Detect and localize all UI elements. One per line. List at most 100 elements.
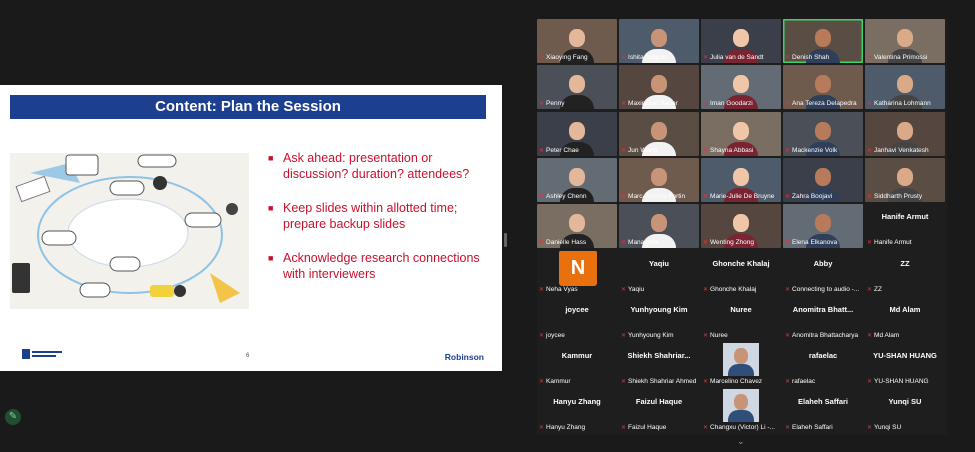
participant-name: Julia van de Sandt xyxy=(710,54,764,61)
participant-tile[interactable]: ✕ Siddharth Prusty xyxy=(865,157,945,202)
participant-tile[interactable]: ✕ Ishita Nagpal xyxy=(619,19,699,63)
participant-name: Mackenzie Volk xyxy=(792,146,838,154)
participant-name-label: ✕ Siddharth Prusty xyxy=(867,192,943,201)
participant-tile[interactable]: ✕ Zahra Boojavi xyxy=(783,157,863,202)
participant-tile[interactable]: Abby ✕ Connecting to audio -... xyxy=(783,250,863,295)
participant-tile[interactable]: Ghonche Khalaj ✕ Ghonche Khalaj xyxy=(701,250,781,295)
participant-name: rafaelac xyxy=(792,378,816,386)
participant-tile[interactable]: Nuree ✕ Nuree xyxy=(701,296,781,341)
plan-illustration xyxy=(10,153,249,309)
participant-tile[interactable]: ✕ Shayna Abbasi xyxy=(701,111,781,156)
participant-tile[interactable]: ✕ Manaswini xyxy=(619,204,699,249)
participant-name-label: ✕ Mackenzie Volk xyxy=(785,146,861,155)
participant-tile[interactable]: ✕ Peter Chae xyxy=(537,111,617,156)
participant-tile[interactable]: Anomitra Bhatt... ✕ Anomitra Bhattacharya xyxy=(783,296,863,341)
participant-tile[interactable]: ✕ Valentina Primossi xyxy=(865,19,945,63)
participant-name: Xiaoying Fang xyxy=(546,54,588,61)
participant-tile[interactable]: ✕ Xiaoying Fang xyxy=(537,19,617,63)
participant-video-face xyxy=(733,167,749,186)
participant-tile[interactable]: Elaheh Saffari ✕ Elaheh Saffari xyxy=(783,389,863,434)
participant-tile[interactable]: Yunqi SU ✕ Yunqi SU xyxy=(865,389,945,434)
participant-tile[interactable]: ✕ Marcelino Chavez xyxy=(701,343,781,387)
participant-name-label: ✕ Anomitra Bhattacharya xyxy=(785,331,861,340)
muted-mic-icon: ✕ xyxy=(867,193,873,200)
muted-mic-icon: ✕ xyxy=(621,193,627,200)
muted-mic-icon: ✕ xyxy=(703,379,709,386)
participant-tile[interactable]: Faizul Haque ✕ Faizul Haque xyxy=(619,389,699,434)
participant-name: Elaheh Saffari xyxy=(792,424,833,432)
participant-tile[interactable]: ✕ Julia van de Sandt xyxy=(701,19,781,63)
bullet-marker-icon: ■ xyxy=(268,203,274,213)
participant-name: Shiekh Shahriar Ahmed xyxy=(628,378,697,386)
muted-mic-icon: ✕ xyxy=(785,286,791,293)
participant-tile[interactable]: ✕ Changxu (Victor) Li -... xyxy=(701,389,781,433)
participant-name-label: ✕ Yaqiu xyxy=(621,285,697,294)
participant-tile[interactable]: N ✕ Neha Vyas xyxy=(537,250,617,295)
muted-mic-icon: ✕ xyxy=(621,332,627,339)
participant-tile[interactable]: rafaelac ✕ rafaelac xyxy=(783,343,863,388)
split-resize-handle[interactable] xyxy=(504,233,507,247)
participant-tile[interactable]: ✕ Maximilian Bauer xyxy=(619,65,699,110)
participant-name: Yunhyoung Kim xyxy=(628,331,674,339)
muted-mic-icon: ✕ xyxy=(867,101,873,108)
muted-mic-icon: ✕ xyxy=(703,286,709,293)
participant-tile[interactable]: ✕ Wenting Zhong xyxy=(701,204,781,249)
participant-name-label: ✕ Hanife Armut xyxy=(867,238,943,247)
muted-mic-icon: ✕ xyxy=(539,379,545,386)
participant-tile[interactable]: ✕ Jun Wang xyxy=(619,111,699,156)
participant-tile[interactable]: ✕ Elena Elkanova xyxy=(783,204,863,249)
muted-mic-icon: ✕ xyxy=(867,55,873,61)
participant-name: Manaswini xyxy=(628,239,659,247)
muted-mic-icon: ✕ xyxy=(621,147,627,154)
participant-tile[interactable]: ✕ Denish Shah xyxy=(783,19,863,63)
participant-name-label: ✕ Md Alam xyxy=(867,331,943,340)
participant-tile[interactable]: ZZ ✕ ZZ xyxy=(865,250,945,295)
muted-mic-icon: ✕ xyxy=(785,147,791,154)
participant-name: Nuree xyxy=(710,331,728,339)
participant-tile[interactable]: Yaqiu ✕ Yaqiu xyxy=(619,250,699,295)
participant-display-name: Yunhyoung Kim xyxy=(630,304,688,314)
participant-tile[interactable]: ✕ Ana Tereza Delapedra xyxy=(783,65,863,110)
participant-tile[interactable]: ✕ Mackenzie Volk xyxy=(783,111,863,156)
participant-display-name: Hanyu Zhang xyxy=(553,397,601,407)
participant-tile[interactable]: ✕ Iman Goodarzi xyxy=(701,65,781,110)
participant-display-name: Yaqiu xyxy=(648,258,669,268)
participant-name-label: ✕ Wenting Zhong xyxy=(703,238,779,247)
participant-tile[interactable]: ✕ Marie-Julie De Bruyne xyxy=(701,157,781,202)
participant-profile-photo xyxy=(723,389,759,423)
participant-display-name: ZZ xyxy=(900,258,910,268)
participant-tile[interactable]: Shiekh Shahriar... ✕ Shiekh Shahriar Ahmed xyxy=(619,343,699,388)
participant-tile[interactable]: Md Alam ✕ Md Alam xyxy=(865,296,945,341)
participant-name-label: ✕ Nuree xyxy=(703,331,779,340)
participant-name-label: ✕ Shayna Abbasi xyxy=(703,146,779,155)
participant-name: Yaqiu xyxy=(628,285,645,293)
participant-tile[interactable]: ✕ Janhavi Venkatesh xyxy=(865,111,945,156)
participant-tile[interactable]: Hanyu Zhang ✕ Hanyu Zhang xyxy=(537,389,617,434)
participant-name: joycee xyxy=(546,331,565,339)
participant-video-face xyxy=(815,167,831,186)
participant-tile[interactable]: ✕ Marc-Antoine Fortin xyxy=(619,157,699,202)
participant-tile[interactable]: ✕ Danielle Hass xyxy=(537,204,617,249)
participant-display-name: Abby xyxy=(813,258,833,268)
muted-mic-icon: ✕ xyxy=(785,240,791,247)
muted-mic-icon: ✕ xyxy=(621,425,627,432)
chevron-down-icon[interactable]: ⌄ xyxy=(737,436,745,447)
muted-mic-icon: ✕ xyxy=(621,286,627,293)
muted-mic-icon: ✕ xyxy=(867,425,873,432)
participant-name-label: ✕ Zahra Boojavi xyxy=(785,192,861,201)
participant-tile[interactable]: ✕ Penny xyxy=(537,65,617,110)
participant-tile[interactable]: Yunhyoung Kim ✕ Yunhyoung Kim xyxy=(619,296,699,341)
participant-tile[interactable]: ✕ Ashley Chenn xyxy=(537,157,617,202)
participant-name: ZZ xyxy=(874,285,882,293)
participant-video-face xyxy=(569,29,585,47)
participant-tile[interactable]: Kammur ✕ Kammur xyxy=(537,343,617,388)
participant-tile[interactable]: Hanife Armut ✕ Hanife Armut xyxy=(865,204,945,249)
participant-name-label: ✕ Ashley Chenn xyxy=(539,192,615,201)
participant-tile[interactable]: ✕ Katharina Lohmann xyxy=(865,65,945,110)
participant-name: Anomitra Bhattacharya xyxy=(792,331,859,339)
participant-name-label: ✕ Maximilian Bauer xyxy=(621,99,697,108)
participant-tile[interactable]: joycee ✕ joycee xyxy=(537,296,617,341)
annotate-pencil-icon[interactable]: ✎ xyxy=(5,409,21,425)
participant-tile[interactable]: YU-SHAN HUANG ✕ YU-SHAN HUANG xyxy=(865,343,945,388)
participant-name-label: ✕ Shiekh Shahriar Ahmed xyxy=(621,377,697,386)
